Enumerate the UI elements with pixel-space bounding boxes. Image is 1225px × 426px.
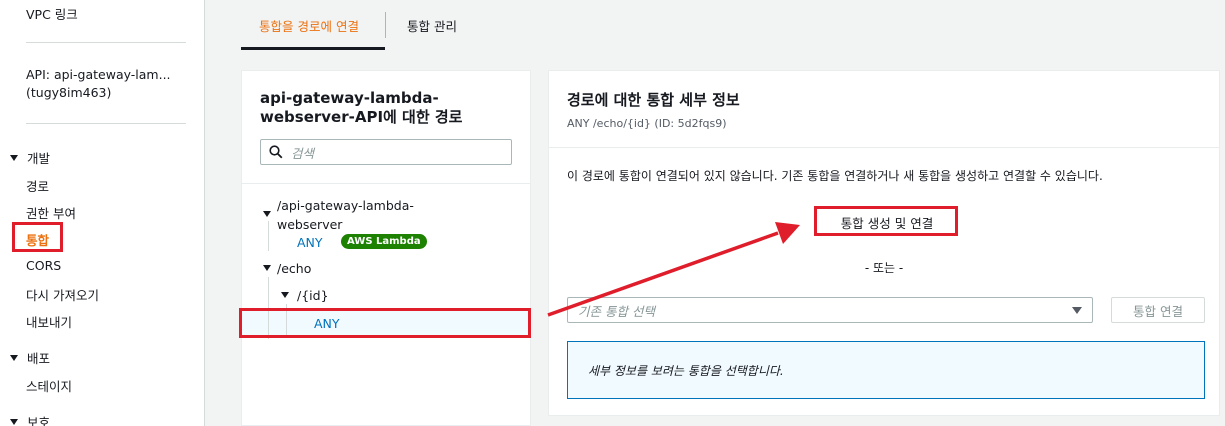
details-divider: [549, 147, 1219, 148]
search-input[interactable]: 검색: [260, 139, 512, 165]
details-title: 경로에 대한 통합 세부 정보: [567, 91, 740, 109]
highlight-integrations-box: [12, 222, 63, 252]
sidebar-item-vpc-link[interactable]: VPC 링크: [26, 4, 78, 23]
api-name-line1[interactable]: API: api-gateway-lam...: [26, 67, 171, 82]
tree-guide-line: [268, 221, 269, 251]
routes-divider: [242, 183, 530, 184]
or-separator: - 또는 -: [864, 261, 904, 275]
aws-lambda-badge: AWS Lambda: [341, 234, 427, 249]
caret-down-icon[interactable]: [263, 211, 271, 217]
sidebar-item-reimport[interactable]: 다시 가져오기: [26, 285, 99, 304]
tab-manage-integrations[interactable]: 통합 관리: [407, 16, 457, 35]
sidebar-item-export[interactable]: 내보내기: [26, 312, 72, 331]
sidebar-item-routes[interactable]: 경로: [26, 176, 49, 195]
section-protect[interactable]: 보호: [10, 412, 50, 426]
caret-down-icon: [10, 354, 18, 361]
route-root-line2[interactable]: webserver: [277, 217, 342, 232]
api-name-line2[interactable]: (tugy8im463): [26, 85, 111, 100]
attach-integration-button[interactable]: 통합 연결: [1111, 297, 1205, 323]
highlight-any-route-box: [239, 308, 531, 338]
caret-down-icon: [10, 418, 18, 425]
caret-down-icon: [10, 154, 18, 161]
sidebar-item-authorization[interactable]: 권한 부여: [26, 203, 76, 222]
sidebar-divider: [26, 123, 186, 124]
route-root-line1[interactable]: /api-gateway-lambda-: [277, 198, 414, 213]
routes-title: api-gateway-lambda-webserver-API에 대한 경로: [260, 89, 463, 126]
section-develop[interactable]: 개발: [10, 148, 50, 167]
details-subtitle: ANY /echo/{id} (ID: 5d2fqs9): [567, 117, 727, 130]
route-id[interactable]: /{id}: [297, 288, 329, 303]
info-box: 세부 정보를 보려는 통합을 선택합니다.: [567, 341, 1205, 399]
tab-separator: [385, 12, 386, 38]
route-echo[interactable]: /echo: [277, 261, 311, 276]
route-root-method[interactable]: ANY: [297, 235, 323, 250]
info-text: 세부 정보를 보려는 통합을 선택합니다.: [588, 363, 784, 378]
tab-attach-integration[interactable]: 통합을 경로에 연결: [259, 16, 359, 35]
highlight-create-button-box: [814, 206, 958, 236]
caret-down-icon[interactable]: [281, 292, 289, 298]
integration-details-panel: 경로에 대한 통합 세부 정보 ANY /echo/{id} (ID: 5d2f…: [548, 70, 1220, 416]
section-deploy[interactable]: 배포: [10, 348, 50, 367]
search-icon: [269, 145, 283, 159]
dropdown-arrow-icon: [1072, 307, 1082, 314]
section-deploy-label: 배포: [27, 351, 51, 366]
section-protect-label: 보호: [27, 415, 51, 426]
caret-down-icon[interactable]: [263, 265, 271, 271]
routes-panel: api-gateway-lambda-webserver-API에 대한 경로 …: [241, 70, 531, 426]
no-integration-message: 이 경로에 통합이 연결되어 있지 않습니다. 기존 통합을 연결하거나 새 통…: [567, 169, 1103, 183]
active-tab-indicator: [241, 47, 385, 50]
search-placeholder: 검색: [291, 145, 315, 161]
select-placeholder: 기존 통합 선택: [578, 303, 655, 319]
section-develop-label: 개발: [27, 151, 51, 166]
sidebar: VPC 링크 API: api-gateway-lam... (tugy8im4…: [0, 0, 205, 426]
sidebar-divider: [26, 42, 186, 43]
sidebar-item-cors[interactable]: CORS: [26, 258, 61, 273]
existing-integration-select[interactable]: 기존 통합 선택: [567, 297, 1093, 323]
sidebar-item-stages[interactable]: 스테이지: [26, 376, 72, 395]
